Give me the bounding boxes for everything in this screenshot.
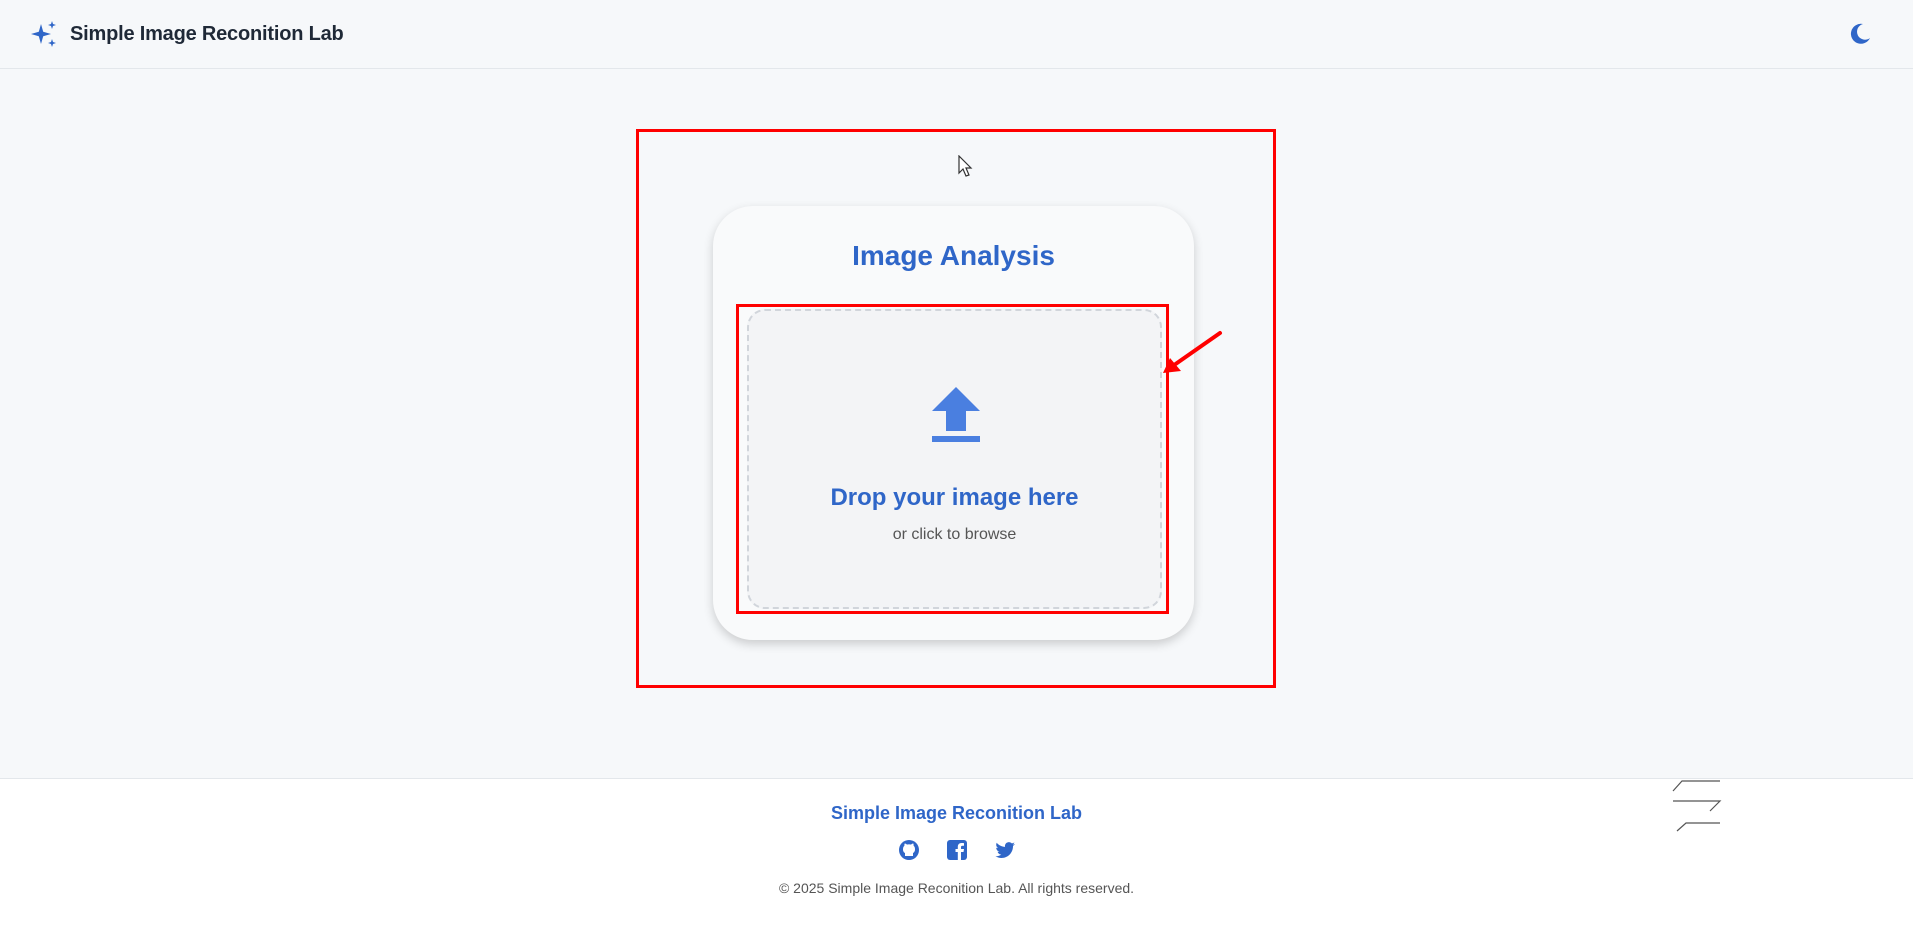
footer-title: Simple Image Reconition Lab <box>830 803 1083 823</box>
inner-annotation-box <box>736 304 1169 614</box>
copyright-text: © 2025 Simple Image Reconition Lab. All … <box>778 880 1135 896</box>
moon-icon[interactable] <box>1847 21 1873 47</box>
social-links <box>0 839 1913 861</box>
app-title: Simple Image Reconition Lab <box>70 22 344 45</box>
app-footer: Simple Image Reconition Lab © 2025 Simpl… <box>0 778 1913 927</box>
annotation-arrow-icon <box>1163 331 1222 373</box>
card-title: Image Analysis <box>852 240 1055 271</box>
decorative-lines-icon <box>1672 780 1722 832</box>
mouse-cursor-icon <box>958 155 973 177</box>
brand[interactable]: Simple Image Reconition Lab <box>30 20 344 48</box>
app-header: Simple Image Reconition Lab <box>0 0 1913 69</box>
sparkles-icon <box>30 20 58 48</box>
twitter-icon[interactable] <box>994 839 1016 861</box>
github-icon[interactable] <box>898 839 920 861</box>
facebook-icon[interactable] <box>946 839 968 861</box>
